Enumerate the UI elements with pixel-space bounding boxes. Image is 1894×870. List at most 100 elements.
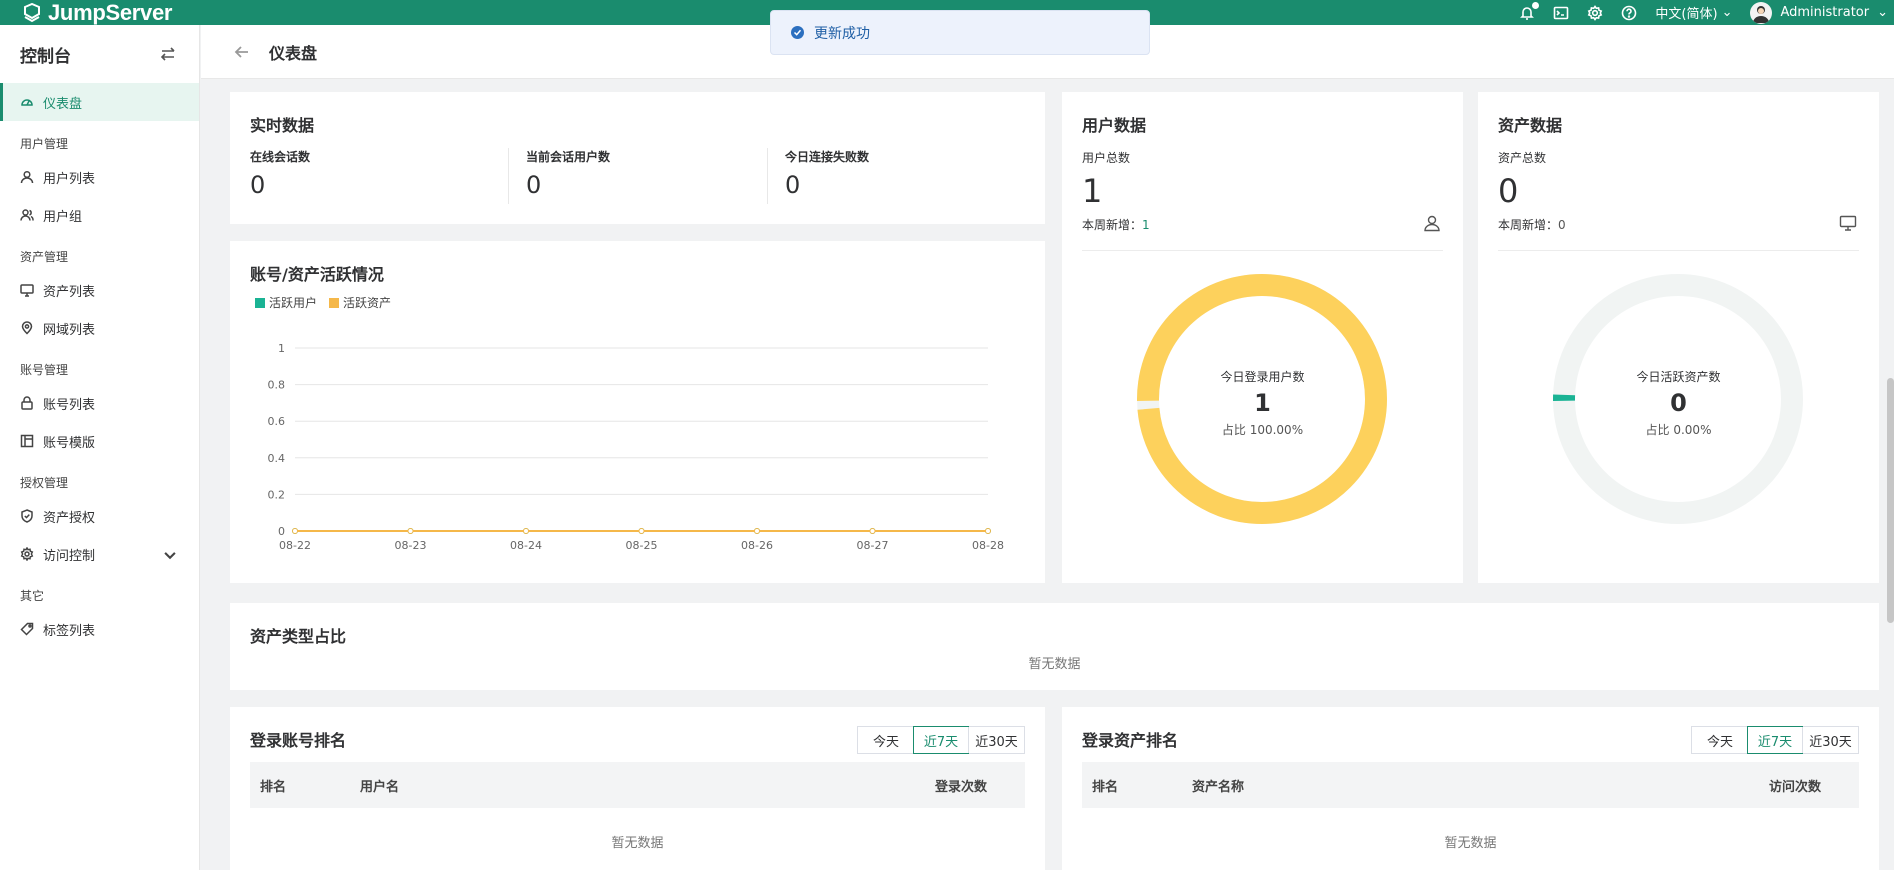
sidebar-group-label: 账号管理 bbox=[20, 363, 69, 377]
data-point bbox=[638, 528, 645, 534]
login-account-rank-card: 登录账号排名 今天 近7天 近30天 排名 用户名 登录次数 暂无数据 bbox=[230, 707, 1045, 870]
app-logo[interactable]: JumpServer bbox=[22, 0, 172, 25]
donut-label: 今日登录用户数 bbox=[1220, 370, 1305, 384]
sidebar-group-label: 资产管理 bbox=[20, 250, 69, 264]
empty-state: 暂无数据 bbox=[611, 836, 664, 851]
x-tick-label: 08-24 bbox=[510, 539, 542, 552]
sidebar-item-label: 用户列表 bbox=[43, 171, 96, 187]
toast-message: 更新成功 bbox=[814, 25, 870, 42]
table-header: 排名 用户名 登录次数 bbox=[250, 762, 1025, 808]
gear-icon bbox=[20, 547, 34, 561]
template-icon bbox=[20, 434, 34, 448]
success-toast: 更新成功 bbox=[770, 10, 1150, 55]
y-tick-label: 1 bbox=[278, 342, 285, 355]
column-header: 资产名称 bbox=[1192, 779, 1245, 795]
sidebar-item-label: 账号列表 bbox=[43, 397, 96, 413]
language-label: 中文(简体) bbox=[1655, 7, 1718, 22]
divider bbox=[1082, 250, 1443, 251]
time-range-tabs: 今天 近7天 近30天 bbox=[857, 726, 1025, 754]
sidebar-item-user-list[interactable]: 用户列表 bbox=[0, 158, 199, 196]
time-range-tabs: 今天 近7天 近30天 bbox=[1691, 726, 1859, 754]
user-name: Administrator bbox=[1780, 5, 1870, 20]
sidebar-item-domain-list[interactable]: 网域列表 bbox=[0, 309, 199, 347]
monitor-icon bbox=[1839, 215, 1857, 231]
empty-state: 暂无数据 bbox=[1444, 836, 1497, 851]
sidebar-item-label: 资产授权 bbox=[43, 510, 96, 526]
total-label: 用户总数 bbox=[1082, 151, 1131, 165]
total-value: 1 bbox=[1082, 172, 1103, 210]
stat-value: 0 bbox=[785, 171, 801, 199]
y-tick-label: 0.6 bbox=[268, 415, 286, 428]
y-tick-label: 0 bbox=[278, 525, 285, 538]
data-point bbox=[407, 528, 414, 534]
location-icon bbox=[21, 321, 33, 335]
sidebar-item-label: 资产列表 bbox=[43, 284, 96, 300]
sidebar-item-account-list[interactable]: 账号列表 bbox=[0, 384, 199, 422]
tab-7-days[interactable]: 近7天 bbox=[913, 726, 969, 754]
tab-30-days[interactable]: 近30天 bbox=[1802, 727, 1858, 753]
y-tick-label: 0.2 bbox=[268, 488, 286, 501]
data-point bbox=[869, 528, 876, 534]
sidebar-title: 控制台 bbox=[20, 46, 71, 67]
x-tick-label: 08-28 bbox=[972, 539, 1004, 552]
terminal-icon[interactable] bbox=[1553, 5, 1569, 21]
sidebar-item-dashboard[interactable]: 仪表盘 bbox=[0, 83, 199, 121]
chevron-down-icon bbox=[164, 552, 176, 560]
divider bbox=[1498, 250, 1859, 251]
weekly-new-label: 本周新增： bbox=[1498, 218, 1559, 232]
sidebar-item-access-control[interactable]: 访问控制 bbox=[0, 535, 199, 573]
user-icon bbox=[20, 170, 34, 184]
stat-value: 0 bbox=[250, 171, 266, 199]
sidebar-item-label: 访问控制 bbox=[43, 548, 96, 564]
tab-today[interactable]: 今天 bbox=[858, 727, 914, 753]
sidebar-item-label: 用户组 bbox=[43, 209, 83, 225]
sidebar-item-label: 账号模版 bbox=[43, 435, 96, 451]
weekly-new-value: 0 bbox=[1558, 218, 1566, 232]
donut-value: 0 bbox=[1670, 389, 1687, 417]
language-selector[interactable]: 中文(简体) ⌄ bbox=[1655, 3, 1732, 22]
weekly-new-label: 本周新增： bbox=[1082, 218, 1143, 232]
asset-types-card: 资产类型占比 暂无数据 bbox=[230, 603, 1879, 690]
table-header: 排名 资产名称 访问次数 bbox=[1082, 762, 1859, 808]
column-header: 排名 bbox=[1092, 779, 1119, 795]
stat-current-users: 当前会话用户数 0 bbox=[526, 148, 610, 199]
card-title: 实时数据 bbox=[250, 116, 315, 135]
back-arrow-icon[interactable] bbox=[233, 43, 251, 61]
sidebar-item-tag-list[interactable]: 标签列表 bbox=[0, 610, 199, 648]
info-icon bbox=[791, 26, 804, 39]
sidebar-item-user-group[interactable]: 用户组 bbox=[0, 196, 199, 234]
bell-icon[interactable] bbox=[1519, 1, 1540, 21]
data-point bbox=[754, 528, 760, 534]
sidebar-item-label: 网域列表 bbox=[43, 322, 96, 338]
column-header: 排名 bbox=[260, 779, 287, 795]
stat-label: 今日连接失败数 bbox=[785, 150, 870, 164]
column-header: 访问次数 bbox=[1768, 779, 1821, 795]
user-menu[interactable]: Administrator ⌄ bbox=[1750, 1, 1894, 24]
help-icon[interactable] bbox=[1621, 5, 1637, 21]
donut-value: 1 bbox=[1254, 389, 1271, 417]
sidebar-item-asset-list[interactable]: 资产列表 bbox=[0, 271, 199, 309]
sidebar-item-account-template[interactable]: 账号模版 bbox=[0, 422, 199, 460]
tab-30-days[interactable]: 近30天 bbox=[968, 727, 1024, 753]
switch-arrows-icon[interactable] bbox=[159, 45, 177, 63]
card-title: 登录账号排名 bbox=[250, 731, 347, 750]
lock-icon bbox=[21, 396, 33, 410]
login-asset-rank-card: 登录资产排名 今天 近7天 近30天 排名 资产名称 访问次数 暂无数据 bbox=[1062, 707, 1879, 870]
page-scrollbar[interactable] bbox=[1887, 378, 1894, 623]
sidebar-group-label: 其它 bbox=[20, 589, 45, 603]
settings-gear-icon[interactable] bbox=[1587, 4, 1603, 21]
empty-state: 暂无数据 bbox=[1028, 657, 1081, 672]
data-point bbox=[985, 528, 991, 534]
sidebar-item-asset-permission[interactable]: 资产授权 bbox=[0, 497, 199, 535]
x-tick-label: 08-25 bbox=[626, 539, 658, 552]
users-icon bbox=[20, 209, 34, 221]
sidebar-group-label: 用户管理 bbox=[20, 137, 69, 151]
stat-label: 当前会话用户数 bbox=[526, 150, 611, 164]
tab-today[interactable]: 今天 bbox=[1692, 727, 1748, 753]
tab-7-days[interactable]: 近7天 bbox=[1747, 726, 1803, 754]
divider bbox=[767, 148, 768, 204]
sidebar-item-label: 仪表盘 bbox=[43, 96, 83, 112]
column-header: 登录次数 bbox=[934, 779, 987, 795]
donut-ratio: 占比 100.00% bbox=[1221, 423, 1304, 437]
weekly-new: 本周新增：1 bbox=[1082, 216, 1150, 233]
